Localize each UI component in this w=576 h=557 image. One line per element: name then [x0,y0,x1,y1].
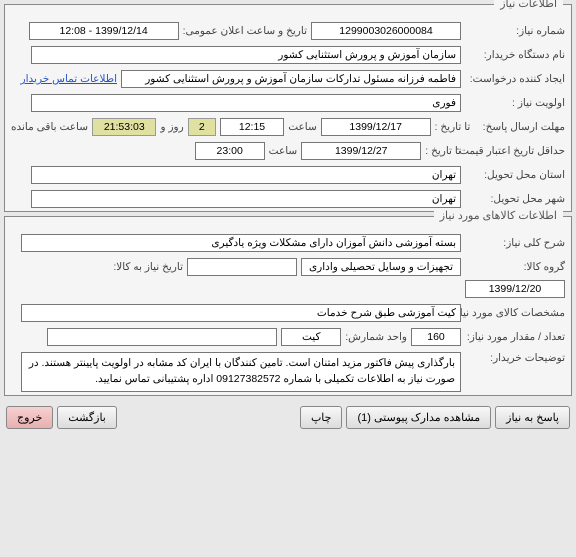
qty-value: 160 [411,328,461,346]
need-info-title: اطلاعات نیاز [494,0,563,10]
min-credit-label: حداقل تاریخ اعتبار قیمت: [465,145,565,157]
days-and-label: روز و [160,121,183,133]
gen-desc-label: شرح کلی نیاز: [465,237,565,249]
qty-label: تعداد / مقدار مورد نیاز: [465,331,565,343]
need-date-label: تاریخ نیاز به کالا: [113,261,183,273]
priority-value: فوری [31,94,461,112]
spec-value: کیت آموزشی طبق شرح خدمات [21,304,461,322]
deadline-date: 1399/12/17 [321,118,431,136]
delivery-city-value: تهران [31,190,461,208]
requester-value: فاطمه فرزانه مسئول تدارکات سازمان آموزش … [121,70,461,88]
to-date-label: تا تاریخ : [435,121,471,133]
unit-value: کیت [281,328,341,346]
group-label: گروه کالا: [465,261,565,273]
delivery-city-label: شهر محل تحویل: [465,193,565,205]
gen-desc-value: بسته آموزشی دانش آموزان دارای مشکلات ویژ… [21,234,461,252]
announce-value: 1399/12/14 - 12:08 [29,22,179,40]
credit-to-date-label: تا تاریخ : [425,145,461,157]
credit-time: 23:00 [195,142,265,160]
spec-label: مشخصات کالای مورد نیاز: [465,307,565,319]
priority-label: اولویت نیاز : [465,97,565,109]
print-button[interactable]: چاپ [300,406,343,429]
deadline-time-label: ساعت [288,121,317,133]
group-extra [187,258,297,276]
need-date-value: 1399/12/20 [465,280,565,298]
button-bar: پاسخ به نیاز مشاهده مدارک پیوستی (1) چاپ… [0,400,576,435]
qty-extra [47,328,277,346]
attachments-button[interactable]: مشاهده مدارک پیوستی (1) [346,406,491,429]
buyer-org-value: سازمان آموزش و پرورش استثنایی کشور [31,46,461,64]
notes-label: توضیحات خریدار: [465,352,565,364]
notes-value: بارگذاری پیش فاکتور مزید امتنان است. تام… [21,352,461,392]
remain-time: 21:53:03 [92,118,156,136]
remain-days: 2 [188,118,216,136]
delivery-state-label: استان محل تحویل: [465,169,565,181]
delivery-state-value: تهران [31,166,461,184]
credit-date: 1399/12/27 [301,142,421,160]
deadline-time: 12:15 [220,118,284,136]
buyer-contact-link[interactable]: اطلاعات تماس خریدار [21,73,117,85]
credit-time-label: ساعت [269,145,298,157]
buyer-org-label: نام دستگاه خریدار: [465,49,565,61]
need-info-section: اطلاعات نیاز شماره نیاز: 129900302600008… [4,4,572,212]
group-value: تجهیزات و وسایل تحصیلی واداری [301,258,461,276]
requester-label: ایجاد کننده درخواست: [465,73,565,85]
need-no-label: شماره نیاز: [465,25,565,37]
goods-info-section: اطلاعات کالاهای مورد نیاز شرح کلی نیاز: … [4,216,572,396]
unit-label: واحد شمارش: [345,331,407,343]
goods-info-title: اطلاعات کالاهای مورد نیاز [434,209,563,222]
back-button[interactable]: بازگشت [57,406,117,429]
announce-label: تاریخ و ساعت اعلان عمومی: [183,25,307,37]
remain-suffix: ساعت باقی مانده [11,121,88,133]
respond-button[interactable]: پاسخ به نیاز [495,406,570,429]
deadline-label: مهلت ارسال پاسخ: [474,121,565,133]
exit-button[interactable]: خروج [6,406,53,429]
need-no-value: 1299003026000084 [311,22,461,40]
